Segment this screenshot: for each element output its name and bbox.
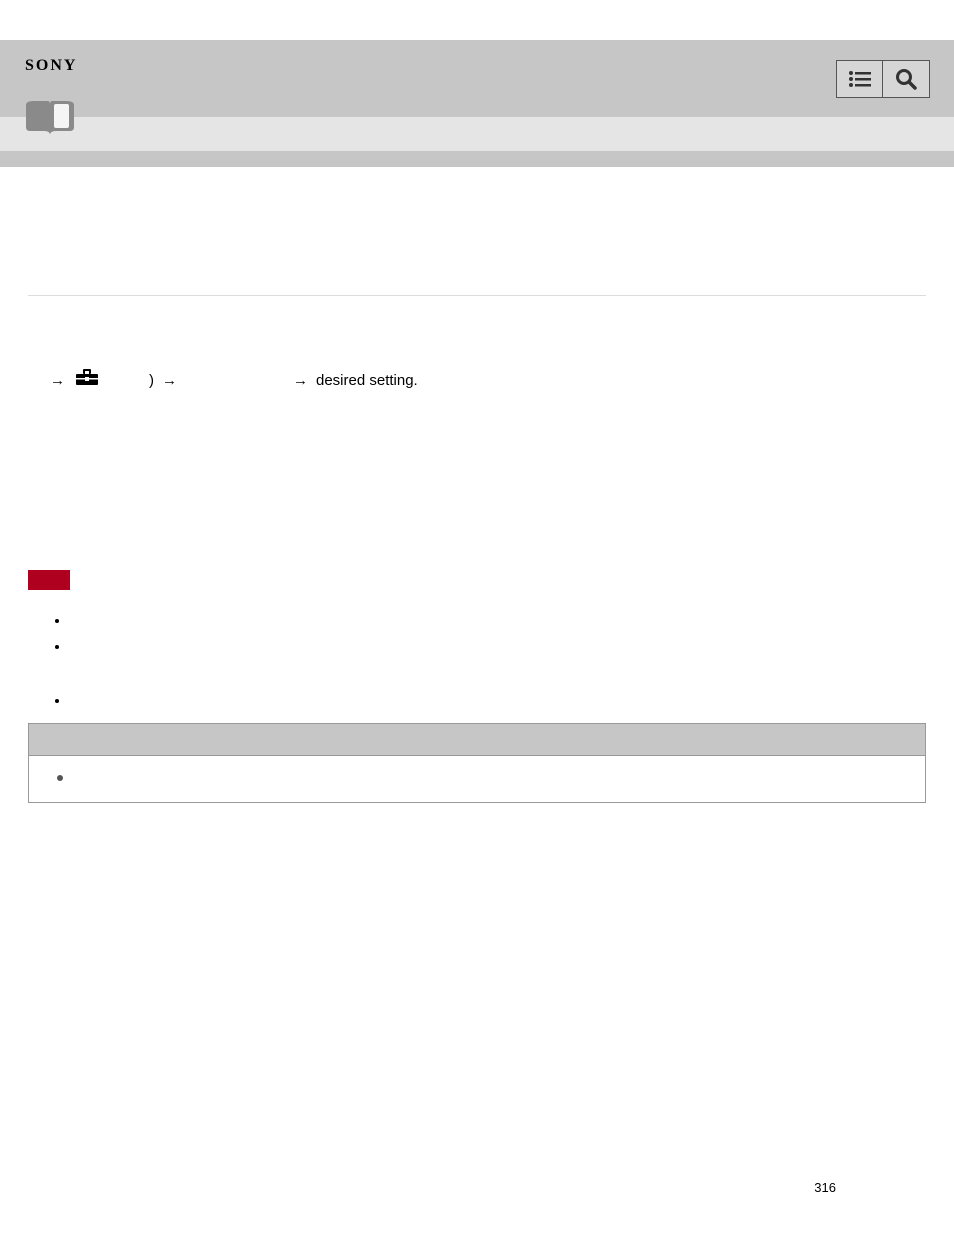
sub-header [0,117,954,151]
list-item [70,689,926,713]
arrow-icon: → [162,369,177,393]
list-icon [849,71,871,87]
search-icon [895,68,917,90]
divider-bar [0,151,954,167]
note-label [28,570,70,590]
manual-book-icon [20,101,80,139]
list-item [70,635,926,659]
bullet-icon [57,775,63,781]
page-number: 316 [814,1180,836,1195]
menu-button[interactable] [836,60,883,98]
brand-logo: SONY [25,57,77,75]
related-topic-body [29,756,925,802]
section-divider [28,295,926,296]
path-suffix: desired setting. [316,369,418,393]
arrow-icon: → [293,369,308,393]
related-topic-header [29,724,925,756]
main-content: → ) → → desired setting. [0,167,954,803]
arrow-icon: → [50,369,65,393]
header-bar: SONY [0,40,954,117]
note-list [70,689,926,713]
search-button[interactable] [883,60,930,98]
menu-path: → ) → → desired setting. [46,368,926,394]
list-item [70,609,926,633]
note-list [70,609,926,659]
paren-text: ) [149,369,154,393]
header-toolbar [836,60,930,98]
related-topic-box [28,723,926,803]
setup-toolbox-icon [75,368,99,394]
